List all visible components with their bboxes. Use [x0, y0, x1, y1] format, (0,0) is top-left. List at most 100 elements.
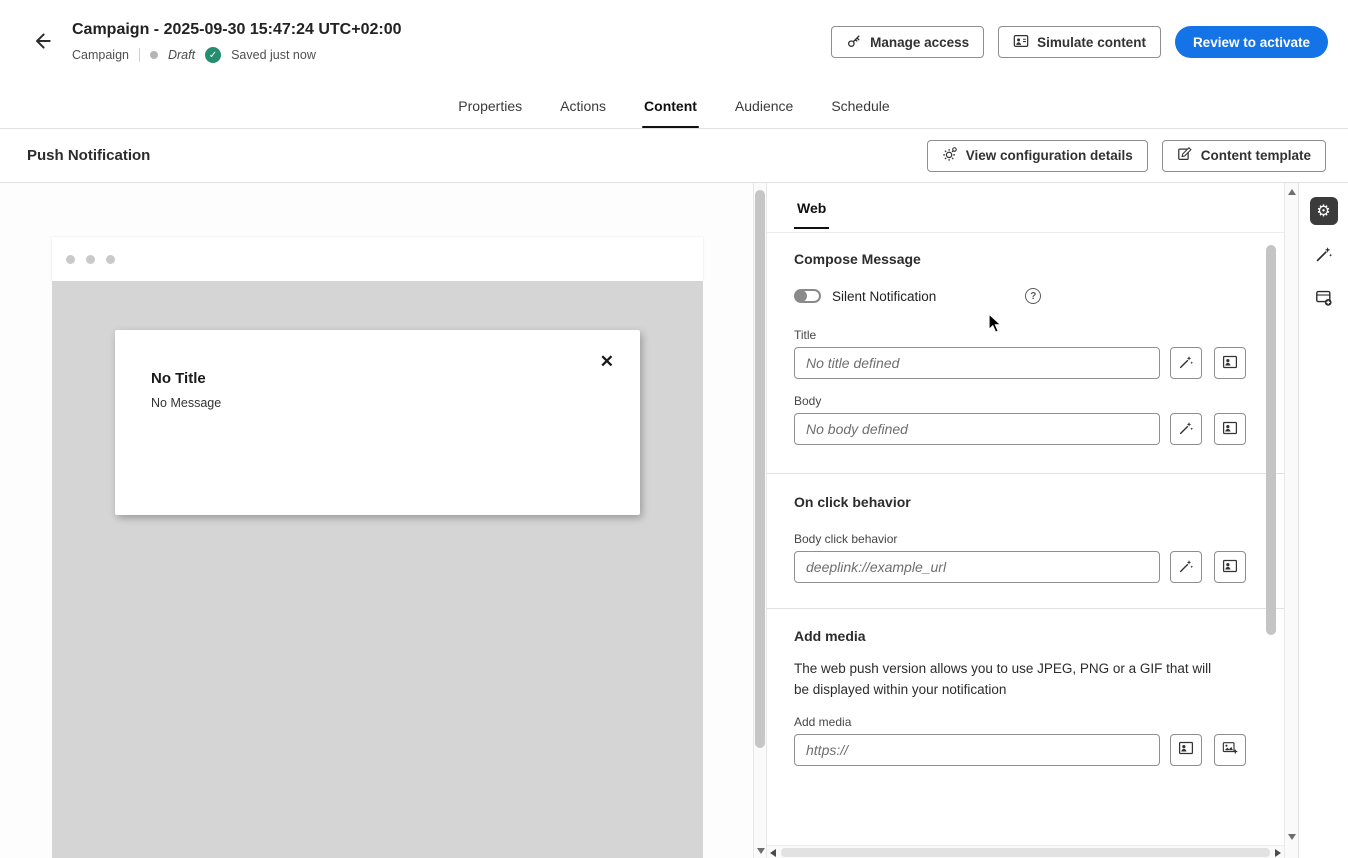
- app-header: Campaign - 2025-09-30 15:47:24 UTC+02:00…: [0, 0, 1348, 84]
- add-media-label: Add media: [794, 714, 852, 729]
- scroll-left-arrow-icon[interactable]: [770, 849, 776, 857]
- magic-wand-icon: [1178, 420, 1194, 439]
- asset-image-icon: [1222, 354, 1238, 373]
- tab-audience[interactable]: Audience: [733, 84, 795, 128]
- image-add-icon: [1222, 740, 1238, 759]
- asset-image-icon: [1178, 740, 1194, 759]
- preview-vertical-scrollbar[interactable]: [753, 183, 767, 858]
- silent-notification-toggle[interactable]: [794, 289, 821, 303]
- content-template-button[interactable]: Content template: [1161, 139, 1326, 172]
- asset-library-button[interactable]: [1310, 285, 1338, 313]
- view-configuration-details-label: View configuration details: [965, 148, 1133, 163]
- add-media-input[interactable]: [794, 733, 1160, 766]
- content-type-title: Push Notification: [27, 147, 151, 164]
- silent-notification-row: Silent Notification ?: [794, 288, 1246, 304]
- saved-status-text: Saved just now: [231, 48, 316, 62]
- simulate-content-icon: [1013, 33, 1029, 52]
- back-button[interactable]: [24, 24, 60, 60]
- tab-web[interactable]: Web: [794, 183, 830, 229]
- content-template-label: Content template: [1200, 148, 1311, 163]
- magic-wand-icon: [1315, 245, 1333, 266]
- notification-preview-card: No Title No Message ✕: [115, 330, 643, 520]
- notification-close-icon[interactable]: ✕: [600, 352, 614, 372]
- title-personalization-button[interactable]: [1170, 347, 1202, 379]
- ai-assistant-button[interactable]: [1310, 241, 1338, 269]
- compose-message-section: Compose Message Silent Notification ? Ti…: [767, 251, 1284, 473]
- click-personalization-button[interactable]: [1170, 551, 1202, 583]
- asset-image-icon: [1222, 420, 1238, 439]
- window-dot-icon: [66, 254, 75, 264]
- tab-actions[interactable]: Actions: [558, 84, 608, 128]
- push-preview-pane: No Title No Message ✕: [0, 183, 753, 858]
- scrollbar-thumb[interactable]: [755, 190, 765, 748]
- header-actions: Manage access Simulate content Review to…: [831, 26, 1328, 58]
- click-asset-picker-button[interactable]: [1214, 551, 1246, 583]
- status-dot: [149, 51, 158, 59]
- section-divider: [767, 608, 1284, 609]
- section-divider: [767, 473, 1284, 474]
- manage-access-button[interactable]: Manage access: [831, 26, 985, 58]
- compose-panel: Web Compose Message Silent Notification …: [767, 183, 1284, 858]
- panel-outer-vertical-scrollbar[interactable]: [1284, 183, 1298, 858]
- title-field-label: Title: [794, 328, 817, 342]
- body-click-behavior-input[interactable]: [794, 551, 1160, 583]
- right-icon-rail: ⚙: [1298, 183, 1348, 858]
- title-block: Campaign - 2025-09-30 15:47:24 UTC+02:00…: [72, 21, 831, 63]
- key-icon: [846, 33, 862, 52]
- tab-content[interactable]: Content: [642, 84, 699, 128]
- window-dot-icon: [86, 254, 95, 264]
- add-media-section: Add media The web push version allows yo…: [767, 628, 1284, 795]
- magic-wand-icon: [1178, 558, 1194, 577]
- status-badge: Draft: [167, 48, 196, 62]
- tab-properties[interactable]: Properties: [456, 84, 524, 128]
- title-asset-picker-button[interactable]: [1214, 347, 1246, 379]
- content-subheader: Push Notification View configuration det…: [0, 129, 1348, 183]
- panel-scrollbar-thumb[interactable]: [1266, 245, 1276, 635]
- saved-check-icon: ✓: [205, 47, 222, 63]
- scroll-down-arrow-icon[interactable]: [757, 848, 765, 854]
- manage-access-label: Manage access: [870, 34, 970, 50]
- body-field-label: Body: [794, 394, 822, 408]
- scroll-up-arrow-icon[interactable]: [1288, 189, 1296, 195]
- panel-settings-button[interactable]: ⚙: [1309, 197, 1338, 225]
- title-input[interactable]: [794, 347, 1160, 379]
- help-icon[interactable]: ?: [1025, 288, 1042, 304]
- onclick-behavior-section: On click behavior Body click behavior: [767, 494, 1284, 608]
- toggle-knob: [795, 290, 807, 302]
- simulate-content-button[interactable]: Simulate content: [998, 26, 1161, 58]
- gear-icon: ⚙: [1316, 201, 1331, 220]
- subheader-actions: View configuration details Content templ…: [926, 139, 1326, 172]
- window-dot-icon: [106, 254, 115, 264]
- asset-card-add-icon: [1315, 289, 1333, 310]
- browser-viewport: No Title No Message ✕: [52, 281, 703, 858]
- add-media-heading: Add media: [794, 628, 866, 644]
- compose-panel-body: Compose Message Silent Notification ? Ti…: [767, 233, 1284, 795]
- channel-tab-bar: Web: [767, 183, 1284, 233]
- horizontal-scrollbar-thumb[interactable]: [781, 848, 1270, 857]
- panel-horizontal-scrollbar[interactable]: [767, 845, 1284, 858]
- body-asset-picker-button[interactable]: [1214, 413, 1246, 445]
- body-personalization-button[interactable]: [1170, 413, 1202, 445]
- asset-image-icon: [1222, 558, 1238, 577]
- view-configuration-details-button[interactable]: View configuration details: [926, 139, 1148, 172]
- main-tab-bar: Properties Actions Content Audience Sche…: [0, 84, 1348, 129]
- configuration-gear-icon: [942, 146, 958, 165]
- magic-wand-icon: [1178, 354, 1194, 373]
- silent-notification-label: Silent Notification: [832, 288, 937, 304]
- body-click-behavior-label: Body click behavior: [794, 532, 898, 546]
- title-input-row: [794, 347, 1246, 379]
- review-to-activate-button[interactable]: Review to activate: [1174, 26, 1328, 58]
- app-root: Campaign - 2025-09-30 15:47:24 UTC+02:00…: [0, 0, 1348, 858]
- scroll-down-arrow-icon[interactable]: [1288, 834, 1296, 840]
- review-to-activate-label: Review to activate: [1192, 34, 1310, 50]
- body-input[interactable]: [794, 413, 1160, 445]
- media-image-add-button[interactable]: [1214, 733, 1246, 766]
- browser-chrome-bar: [52, 237, 703, 281]
- scroll-right-arrow-icon[interactable]: [1275, 849, 1281, 857]
- tab-schedule[interactable]: Schedule: [829, 84, 891, 128]
- media-asset-picker-button[interactable]: [1170, 733, 1202, 766]
- add-media-input-row: [794, 733, 1246, 766]
- main-area: No Title No Message ✕ Web Compose Messag…: [0, 183, 1348, 858]
- campaign-type-label: Campaign: [72, 48, 129, 62]
- body-click-input-row: [794, 551, 1246, 583]
